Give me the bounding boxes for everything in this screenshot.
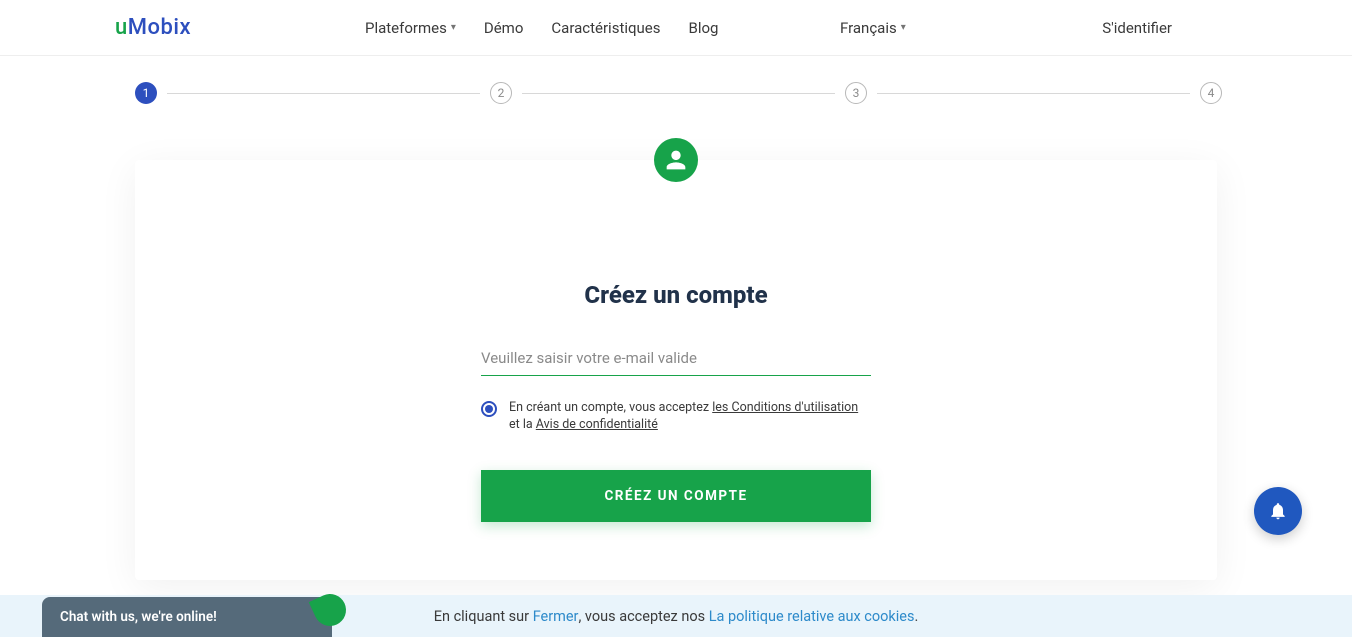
step-line [167, 93, 480, 94]
cookie-mid: , vous acceptez nos [578, 608, 705, 625]
chat-label: Chat with us, we're online! [60, 609, 217, 625]
nav-blog-label: Blog [689, 19, 719, 37]
nav-language[interactable]: Français ▾ [840, 19, 906, 37]
bell-icon [1268, 501, 1288, 521]
person-icon [654, 138, 698, 182]
chat-widget[interactable]: Chat with us, we're online! [42, 597, 332, 637]
step-3-label: 3 [853, 86, 860, 100]
step-2: 2 [490, 82, 512, 104]
nav-center: Plateformes ▾ Démo Caractéristiques Blog [365, 19, 718, 37]
step-4: 4 [1200, 82, 1222, 104]
email-input[interactable] [481, 341, 871, 376]
consent-row: En créant un compte, vous acceptez les C… [481, 400, 871, 434]
cookie-suffix: . [914, 608, 918, 625]
chevron-down-icon: ▾ [901, 22, 906, 33]
step-line [522, 93, 835, 94]
consent-radio[interactable] [481, 401, 497, 417]
step-line [877, 93, 1190, 94]
nav-login-label: S'identifier [1102, 19, 1172, 37]
header: uMobix Plateformes ▾ Démo Caractéristiqu… [0, 0, 1352, 56]
cta-label: CRÉEZ UN COMPTE [604, 488, 747, 504]
card-wrap: Créez un compte En créant un compte, vou… [0, 104, 1352, 580]
form-title: Créez un compte [481, 281, 871, 309]
signup-card: Créez un compte En créant un compte, vou… [135, 160, 1217, 580]
consent-prefix: En créant un compte, vous acceptez [509, 400, 712, 415]
nav-platforms[interactable]: Plateformes ▾ [365, 19, 456, 37]
consent-mid: et la [509, 417, 536, 432]
nav-blog[interactable]: Blog [689, 19, 719, 37]
notifications-button[interactable] [1254, 487, 1302, 535]
nav-login[interactable]: S'identifier [1102, 19, 1172, 37]
nav-language-label: Français [840, 19, 897, 37]
cookie-close-link[interactable]: Fermer [533, 608, 579, 625]
nav-demo-label: Démo [484, 19, 524, 37]
cookie-policy-link[interactable]: La politique relative aux cookies [709, 608, 915, 625]
nav-features[interactable]: Caractéristiques [551, 19, 660, 37]
terms-link[interactable]: les Conditions d'utilisation [712, 400, 858, 415]
consent-text: En créant un compte, vous acceptez les C… [509, 400, 871, 434]
step-4-label: 4 [1208, 86, 1215, 100]
logo-u: u [115, 15, 128, 40]
create-account-button[interactable]: CRÉEZ UN COMPTE [481, 470, 871, 522]
logo-m: Mobix [128, 15, 191, 40]
step-1: 1 [135, 82, 157, 104]
logo[interactable]: uMobix [115, 15, 191, 40]
progress-steps: 1 2 3 4 [0, 56, 1352, 104]
privacy-link[interactable]: Avis de confidentialité [536, 417, 658, 432]
chevron-down-icon: ▾ [451, 22, 456, 33]
nav-demo[interactable]: Démo [484, 19, 524, 37]
signup-form: Créez un compte En créant un compte, vou… [481, 281, 871, 522]
step-2-label: 2 [498, 86, 505, 100]
step-3: 3 [845, 82, 867, 104]
step-1-label: 1 [143, 86, 150, 100]
nav-platforms-label: Plateformes [365, 19, 447, 37]
cookie-prefix: En cliquant sur [434, 608, 529, 625]
nav-features-label: Caractéristiques [551, 19, 660, 37]
